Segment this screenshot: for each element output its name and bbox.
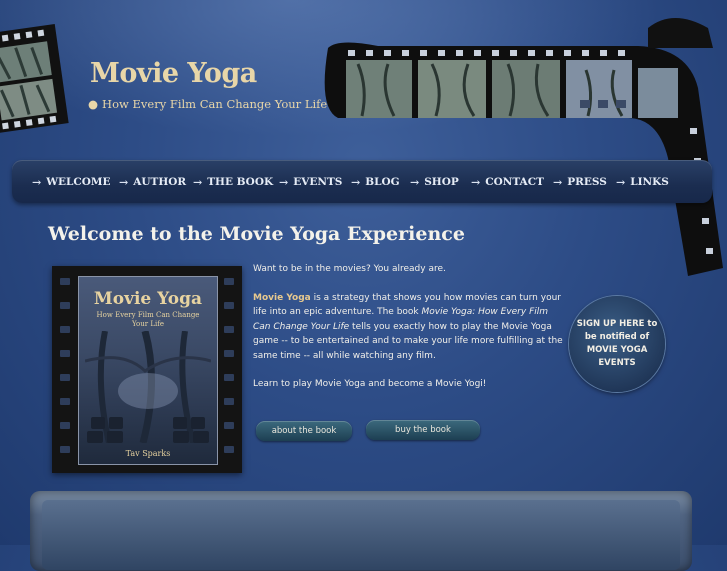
- arrow-right-icon: →: [119, 175, 129, 189]
- book-cover-author: Tav Sparks: [125, 449, 171, 458]
- tagline-text: How Every Film Can Change Your Life: [102, 97, 328, 111]
- arrow-right-icon: →: [616, 175, 626, 189]
- nav-item-label: BLOG: [365, 176, 400, 188]
- nav-item-contact[interactable]: → CONTACT: [471, 174, 544, 190]
- intro-line: Want to be in the movies? You already ar…: [253, 264, 446, 274]
- arrow-right-icon: →: [193, 175, 203, 189]
- nav-item-label: PRESS: [567, 176, 607, 188]
- arrow-right-icon: →: [471, 175, 481, 189]
- book-cover-title: Movie Yoga: [93, 289, 203, 309]
- nav-item-press[interactable]: → PRESS: [553, 174, 607, 190]
- book-cover-image: Movie Yoga How Every Film Can Change You…: [78, 276, 218, 465]
- bottom-frame-image: [42, 500, 680, 570]
- site-title: Movie Yoga: [90, 58, 257, 89]
- nav-item-label: WELCOME: [46, 176, 111, 188]
- nav-item-label: AUTHOR: [133, 176, 187, 188]
- arrow-right-icon: →: [410, 175, 420, 189]
- forest-theater-illustration: [85, 331, 211, 443]
- description-strong: Movie Yoga: [253, 292, 311, 303]
- main-nav: → WELCOME → AUTHOR → THE BOOK → EVENTS → BLOG…: [12, 160, 712, 203]
- site-tagline: ● How Every Film Can Change Your Life: [88, 97, 327, 111]
- nav-item-label: THE BOOK: [207, 176, 274, 188]
- film-strip-left-image: [0, 24, 69, 134]
- signup-label: SIGN UP HERE to be notified of MOVIE YOG…: [576, 319, 658, 368]
- site-header: Movie Yoga ● How Every Film Can Change Yo…: [0, 0, 727, 276]
- arrow-right-icon: →: [32, 175, 42, 189]
- nav-item-welcome[interactable]: → WELCOME: [32, 174, 111, 190]
- nav-item-label: SHOP: [424, 176, 459, 188]
- intro-text: Want to be in the movies? You already ar…: [253, 262, 568, 392]
- book-cover-subtitle: How Every Film Can Change Your Life: [96, 311, 200, 328]
- buy-the-book-button[interactable]: buy the book: [366, 420, 480, 440]
- learn-line: Learn to play Movie Yoga and become a Mo…: [253, 379, 487, 389]
- book-cover-film-frame[interactable]: Movie Yoga How Every Film Can Change You…: [52, 266, 242, 473]
- description-paragraph: Movie Yoga is a strategy that shows you …: [253, 292, 563, 361]
- about-the-book-button[interactable]: about the book: [256, 421, 352, 441]
- nav-item-events[interactable]: → EVENTS: [279, 174, 342, 190]
- nav-item-shop[interactable]: → SHOP: [410, 174, 459, 190]
- nav-item-the-book[interactable]: → THE BOOK: [193, 174, 273, 190]
- bottom-film-frame: [30, 491, 692, 571]
- welcome-heading: Welcome to the Movie Yoga Experience: [48, 223, 465, 245]
- arrow-right-icon: →: [279, 175, 289, 189]
- nav-item-blog[interactable]: → BLOG: [351, 174, 400, 190]
- nav-item-label: LINKS: [630, 176, 669, 188]
- tagline-bullet: ●: [88, 97, 99, 111]
- arrow-right-icon: →: [553, 175, 563, 189]
- nav-item-links[interactable]: → LINKS: [616, 174, 669, 190]
- signup-events-button[interactable]: SIGN UP HERE to be notified of MOVIE YOG…: [569, 296, 665, 392]
- arrow-right-icon: →: [351, 175, 361, 189]
- nav-item-label: EVENTS: [293, 176, 343, 188]
- nav-item-label: CONTACT: [485, 176, 544, 188]
- nav-item-author[interactable]: → AUTHOR: [119, 174, 186, 190]
